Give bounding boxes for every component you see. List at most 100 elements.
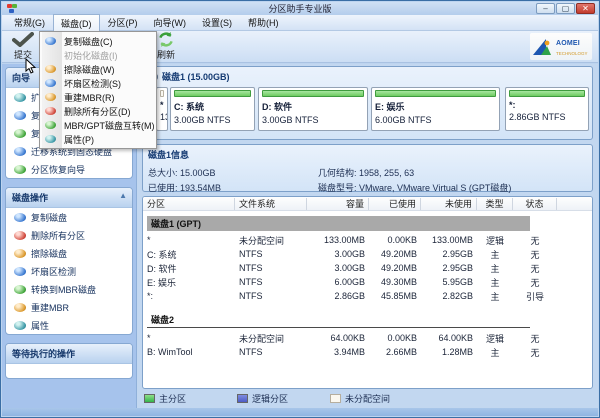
usage-bar xyxy=(160,90,164,97)
maximize-button[interactable]: ▢ xyxy=(556,3,575,14)
logo-sub: TECHNOLOGY xyxy=(556,51,588,56)
legend-unallocated: 未分配空间 xyxy=(328,392,421,405)
aomei-logo: AOMEI TECHNOLOGY xyxy=(530,33,592,60)
rebuild-mbr-icon xyxy=(14,303,26,312)
convert-mbr-gpt-icon xyxy=(45,121,56,129)
menu-partition[interactable]: 分区(P) xyxy=(100,14,146,31)
legend-logical: 逻辑分区 xyxy=(235,392,328,405)
disk1-group-header[interactable]: 磁盘1 (GPT) xyxy=(147,216,530,231)
menu-item-copy-disk[interactable]: 复制磁盘(C) xyxy=(40,34,156,48)
primary-swatch xyxy=(144,394,155,403)
table-row[interactable]: E: 娱乐NTFS6.00GB49.30MB5.95GB主无 xyxy=(143,275,592,289)
menu-help[interactable]: 帮助(H) xyxy=(240,14,287,31)
col-type[interactable]: 类型 xyxy=(477,198,513,210)
table-row[interactable]: D: 软件NTFS3.00GB49.20MB2.95GB主无 xyxy=(143,261,592,275)
copy-disk-icon xyxy=(14,213,26,222)
menu-settings[interactable]: 设置(S) xyxy=(194,14,240,31)
disk-blocks: * 133.00MB C: 系统 3.00GB NTFS D: 软件 3.00G… xyxy=(143,86,592,132)
col-capacity[interactable]: 容量 xyxy=(307,198,369,210)
sidebar-item-rebuild-mbr[interactable]: 重建MBR xyxy=(6,298,132,316)
menu-item-convert-mbr-gpt[interactable]: MBR/GPT磁盘互转(M) xyxy=(40,118,156,132)
close-button[interactable]: ✕ xyxy=(576,3,595,14)
partition-block-unallocated[interactable]: * 133.00MB xyxy=(156,87,168,131)
sidebar-item-bad-sector-test[interactable]: 坏扇区检测 xyxy=(6,262,132,280)
disk-operations-title: 磁盘操作 xyxy=(12,193,48,203)
sidebar-item-properties[interactable]: 属性 xyxy=(6,316,132,334)
disk-total-size: 总大小: 15.00GB xyxy=(148,166,318,179)
sidebar-item-partition-recovery-wizard[interactable]: 分区恢复向导 xyxy=(6,160,132,178)
disk-menu-dropdown: 复制磁盘(C) 初始化磁盘(I) 擦除磁盘(W) 坏扇区检测(S) 重建MBR(… xyxy=(39,31,157,149)
convert-mbr-icon xyxy=(14,285,26,294)
menu-item-initialize-disk: 初始化磁盘(I) xyxy=(40,48,156,62)
col-used[interactable]: 已使用 xyxy=(369,198,421,210)
sidebar-item-wipe-disk[interactable]: 擦除磁盘 xyxy=(6,244,132,262)
sidebar-item-copy-disk[interactable]: 复制磁盘 xyxy=(6,208,132,226)
pending-operations-panel: 等待执行的操作 xyxy=(5,343,133,379)
disk-model: 磁盘型号: VMware, VMware Virtual S (GPT磁盘) xyxy=(318,181,511,194)
usage-bar xyxy=(174,90,251,97)
menu-bar: 常规(G) 磁盘(D) 分区(P) 向导(W) 设置(S) 帮助(H) xyxy=(2,15,598,31)
disk2-group-header[interactable]: 磁盘2 xyxy=(147,312,530,328)
partition-block-c[interactable]: C: 系统 3.00GB NTFS xyxy=(170,87,255,131)
copy-disk-icon xyxy=(14,111,26,120)
delete-all-partitions-icon xyxy=(45,107,56,115)
migrate-icon xyxy=(14,147,26,156)
disk-info-panel: 磁盘1信息 总大小: 15.00GB 几何结构: 1958, 255, 63 已… xyxy=(142,144,593,192)
minimize-button[interactable]: – xyxy=(536,3,555,14)
col-partition[interactable]: 分区 xyxy=(143,198,235,210)
table-row[interactable]: B: WimToolNTFS3.94MB2.66MB1.28MB主无 xyxy=(143,345,592,359)
properties-icon xyxy=(45,135,56,143)
menu-item-wipe-disk[interactable]: 擦除磁盘(W) xyxy=(40,62,156,76)
col-filesystem[interactable]: 文件系统 xyxy=(235,198,307,210)
col-unused[interactable]: 未使用 xyxy=(421,198,477,210)
menu-item-delete-all-partitions[interactable]: 删除所有分区(D) xyxy=(40,104,156,118)
partition-block-star[interactable]: *: 2.86GB NTFS xyxy=(505,87,589,131)
menu-general[interactable]: 常规(G) xyxy=(6,14,53,31)
pending-operations-title: 等待执行的操作 xyxy=(12,349,75,359)
table-row[interactable]: C: 系统NTFS3.00GB49.20MB2.95GB主无 xyxy=(143,247,592,261)
wizard-icon xyxy=(14,93,26,102)
main-area: 磁盘1 (15.00GB) * 133.00MB C: 系统 3.00GB NT… xyxy=(138,64,598,408)
unallocated-swatch xyxy=(330,394,341,403)
window-bottom-frame xyxy=(2,408,598,416)
check-icon xyxy=(12,32,34,47)
col-status[interactable]: 状态 xyxy=(513,198,557,210)
delete-all-partitions-icon xyxy=(14,231,26,240)
collapse-icon[interactable]: ▲ xyxy=(119,191,127,200)
bad-sector-test-icon xyxy=(14,267,26,276)
usage-bar xyxy=(375,90,496,97)
wipe-disk-icon xyxy=(14,249,26,258)
menu-disk[interactable]: 磁盘(D) xyxy=(53,14,100,32)
pending-operations-header[interactable]: 等待执行的操作 xyxy=(6,344,132,364)
mouse-cursor xyxy=(25,58,36,74)
partition-block-e[interactable]: E: 娱乐 6.00GB NTFS xyxy=(371,87,500,131)
disk-map-panel: 磁盘1 (15.00GB) * 133.00MB C: 系统 3.00GB NT… xyxy=(142,66,593,140)
table-row[interactable]: *:NTFS2.86GB45.85MB2.82GB主引导 xyxy=(143,289,592,303)
menu-item-rebuild-mbr[interactable]: 重建MBR(R) xyxy=(40,90,156,104)
disk-operations-panel: 磁盘操作 ▲ 复制磁盘 删除所有分区 擦除磁盘 坏扇区检测 转换到MBR磁盘 重… xyxy=(5,187,133,335)
menu-item-properties[interactable]: 属性(P) xyxy=(40,132,156,146)
properties-icon xyxy=(14,321,26,330)
disk-map-title: 磁盘1 (15.00GB) xyxy=(162,70,230,83)
menu-item-bad-sector-test[interactable]: 坏扇区检测(S) xyxy=(40,76,156,90)
sidebar-item-convert-to-mbr[interactable]: 转换到MBR磁盘 xyxy=(6,280,132,298)
rebuild-mbr-icon xyxy=(45,93,56,101)
disk-operations-header[interactable]: 磁盘操作 ▲ xyxy=(6,188,132,208)
table-row[interactable]: *未分配空间64.00KB0.00KB64.00KB逻辑无 xyxy=(143,331,592,345)
wipe-disk-icon xyxy=(45,65,56,73)
disk-geometry: 几何结构: 1958, 255, 63 xyxy=(318,166,414,179)
disk-used: 已使用: 193.54MB xyxy=(148,181,318,194)
recovery-icon xyxy=(14,165,26,174)
table-row[interactable]: *未分配空间133.00MB0.00KB133.00MB逻辑无 xyxy=(143,233,592,247)
aomei-logo-icon xyxy=(532,37,554,57)
menu-wizard[interactable]: 向导(W) xyxy=(146,14,195,31)
refresh-icon xyxy=(157,32,175,47)
wizard-panel-title: 向导 xyxy=(12,73,30,83)
disk-info-title: 磁盘1信息 xyxy=(143,145,592,162)
copy-disk-icon xyxy=(45,37,56,45)
disk-map-title-row[interactable]: 磁盘1 (15.00GB) xyxy=(143,67,592,86)
legend-primary: 主分区 xyxy=(142,392,235,405)
usage-bar xyxy=(262,90,364,97)
sidebar-item-delete-all-partitions[interactable]: 删除所有分区 xyxy=(6,226,132,244)
partition-block-d[interactable]: D: 软件 3.00GB NTFS xyxy=(258,87,368,131)
